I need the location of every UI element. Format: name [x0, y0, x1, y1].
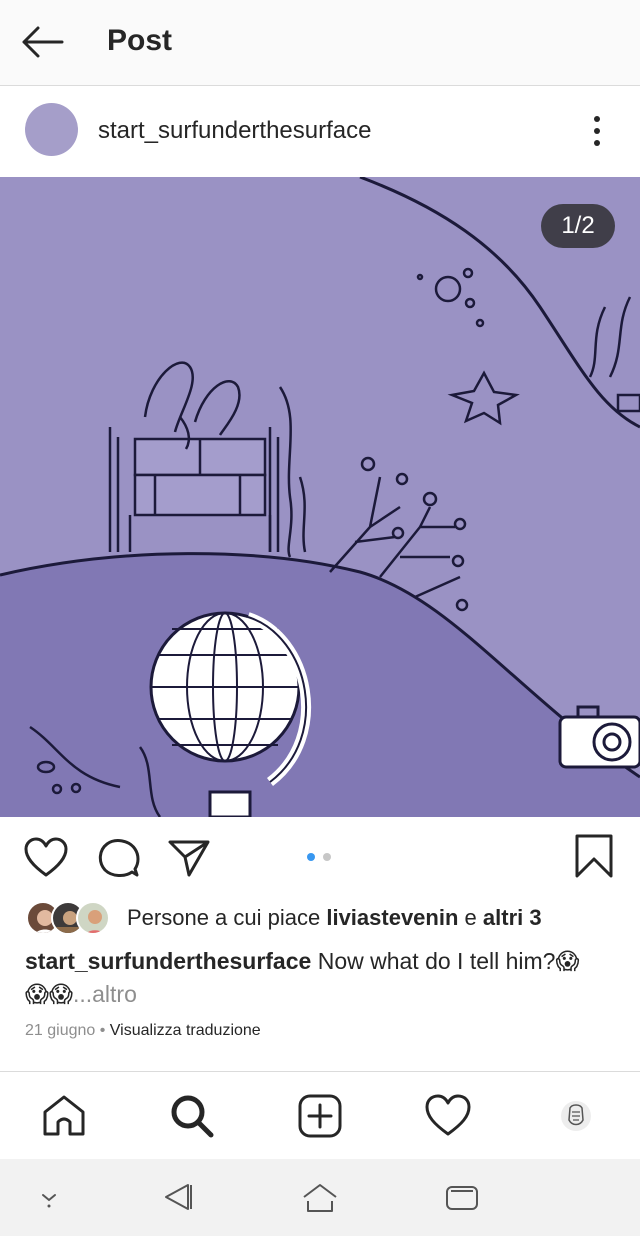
comment-icon: [98, 839, 140, 877]
more-vertical-icon: [594, 116, 600, 146]
hide-keyboard-icon: [42, 1194, 56, 1208]
post-date: 21 giugno: [25, 1022, 96, 1039]
carousel-indicator: [307, 851, 335, 863]
back-button[interactable]: [18, 22, 66, 62]
post-meta: 21 giugno • Visualizza traduzione: [25, 1022, 261, 1040]
nav-profile-button[interactable]: [552, 1092, 600, 1140]
system-back-icon: [165, 1184, 192, 1210]
new-post-icon: [298, 1094, 342, 1138]
nav-activity-button[interactable]: [424, 1092, 472, 1140]
liker-avatars: [26, 901, 112, 937]
liker-username[interactable]: liviastevenin: [326, 905, 458, 930]
more-options-button[interactable]: [580, 111, 614, 151]
post-author-username[interactable]: start_surfunderthesurface: [98, 117, 371, 145]
post-author-avatar[interactable]: [25, 103, 78, 156]
share-button[interactable]: [167, 837, 211, 879]
meta-separator: •: [95, 1022, 110, 1039]
bookmark-icon: [575, 834, 613, 878]
see-translation-link[interactable]: Visualizza traduzione: [110, 1022, 261, 1039]
nav-home-button[interactable]: [40, 1092, 88, 1140]
post-actions: [0, 817, 640, 899]
image-counter-badge: 1/2: [541, 204, 615, 248]
system-home-button[interactable]: [300, 1179, 340, 1215]
search-icon: [171, 1095, 214, 1138]
system-back-button[interactable]: [158, 1179, 198, 1215]
caption-username[interactable]: start_surfunderthesurface: [25, 948, 311, 974]
heart-icon: [24, 837, 68, 877]
system-home-icon: [303, 1184, 337, 1212]
save-button[interactable]: [574, 833, 614, 879]
likes-row[interactable]: Persone a cui piace liviastevenin e altr…: [0, 899, 640, 939]
likes-connector: e: [458, 905, 483, 930]
likes-text[interactable]: Persone a cui piace liviastevenin e altr…: [127, 905, 542, 931]
activity-icon: [425, 1094, 471, 1136]
recents-icon: [446, 1186, 478, 1210]
nav-search-button[interactable]: [168, 1092, 216, 1140]
system-navigation-bar: [0, 1159, 640, 1236]
caption: start_surfunderthesurface Now what do I …: [25, 945, 615, 1011]
profile-icon: [561, 1101, 591, 1131]
caption-text: Now what do I tell him?😱: [311, 948, 580, 974]
caption-more-link[interactable]: ...altro: [73, 981, 137, 1007]
arrow-left-icon: [22, 26, 64, 58]
bottom-navigation: [0, 1071, 640, 1159]
comment-button[interactable]: [97, 837, 141, 879]
likes-others[interactable]: altri 3: [483, 905, 542, 930]
nav-new-post-button[interactable]: [296, 1092, 344, 1140]
page-title: Post: [107, 24, 173, 57]
post-illustration: [0, 177, 640, 817]
share-icon: [168, 840, 210, 877]
post-image[interactable]: [0, 177, 640, 817]
liker-avatar: [76, 901, 110, 935]
carousel-dot: [323, 853, 331, 861]
carousel-dot-active: [307, 853, 315, 861]
like-button[interactable]: [24, 837, 68, 879]
top-bar: Post: [0, 0, 640, 86]
recents-button[interactable]: [442, 1179, 482, 1215]
caption-text-line2: 😱😱: [25, 981, 73, 1007]
post-header: start_surfunderthesurface: [0, 87, 640, 177]
hide-keyboard-button[interactable]: [29, 1179, 69, 1215]
home-icon: [43, 1095, 85, 1136]
likes-prefix: Persone a cui piace: [127, 905, 327, 930]
